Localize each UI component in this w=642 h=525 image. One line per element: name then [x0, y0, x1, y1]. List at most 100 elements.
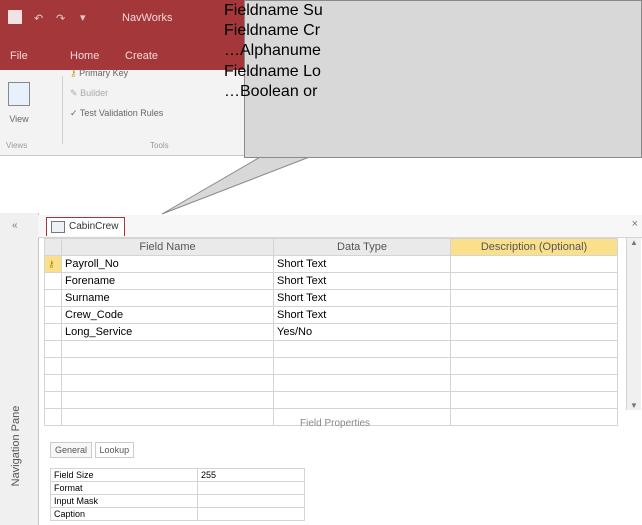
- row-selector[interactable]: [44, 374, 62, 392]
- undo-icon[interactable]: ↶: [34, 12, 43, 25]
- navigation-pane-label: Navigation Pane: [10, 405, 22, 487]
- table-row[interactable]: ⚷ Payroll_No Short Text: [44, 255, 618, 273]
- scroll-down-icon[interactable]: ▼: [627, 401, 641, 410]
- row-selector[interactable]: [44, 272, 62, 290]
- col-field-name[interactable]: Field Name: [61, 238, 274, 256]
- table-row[interactable]: Long_Service Yes/No: [44, 323, 618, 341]
- description-cell[interactable]: [450, 272, 618, 290]
- data-type-cell[interactable]: Yes/No: [273, 323, 451, 341]
- property-value[interactable]: [197, 507, 305, 521]
- table-icon: [51, 221, 65, 233]
- data-type-cell[interactable]: Short Text: [273, 272, 451, 290]
- row-selector[interactable]: [44, 340, 62, 358]
- property-label: Format: [50, 481, 198, 495]
- field-properties-tabs: General Lookup: [50, 442, 135, 458]
- field-name-cell[interactable]: [61, 408, 274, 426]
- property-value[interactable]: 255: [197, 468, 305, 482]
- group-tools-label: Tools: [150, 141, 169, 150]
- data-type-cell[interactable]: Short Text: [273, 306, 451, 324]
- field-properties-table: Field Size 255 Format Input Mask Caption: [50, 468, 305, 521]
- tab-general[interactable]: General: [50, 442, 93, 458]
- tab-home[interactable]: Home: [70, 50, 99, 62]
- nav-pane-collapse-icon[interactable]: «: [12, 220, 18, 231]
- table-row[interactable]: Crew_Code Short Text: [44, 306, 618, 324]
- test-validation-button[interactable]: ✓ Test Validation Rules: [70, 108, 163, 119]
- row-selector[interactable]: [44, 391, 62, 409]
- data-type-cell[interactable]: [273, 340, 451, 358]
- table-row[interactable]: Surname Short Text: [44, 289, 618, 307]
- table-row[interactable]: [44, 357, 618, 375]
- field-name-cell[interactable]: [61, 374, 274, 392]
- table-row[interactable]: [44, 340, 618, 358]
- data-type-cell[interactable]: [273, 374, 451, 392]
- save-icon[interactable]: [8, 10, 22, 24]
- primary-key-label: Primary Key: [79, 68, 129, 78]
- field-name-cell[interactable]: [61, 340, 274, 358]
- description-cell[interactable]: [450, 306, 618, 324]
- tab-lookup[interactable]: Lookup: [94, 442, 135, 458]
- field-grid: Field Name Data Type Description (Option…: [44, 238, 618, 426]
- row-selector[interactable]: [44, 306, 62, 324]
- property-row[interactable]: Field Size 255: [50, 468, 305, 482]
- table-row[interactable]: Forename Short Text: [44, 272, 618, 290]
- field-name-cell[interactable]: [61, 391, 274, 409]
- primary-key-icon: ⚷: [48, 259, 55, 269]
- field-table: Field Name Data Type Description (Option…: [44, 238, 618, 426]
- tab-file[interactable]: File: [10, 50, 28, 62]
- tab-create[interactable]: Create: [125, 50, 158, 62]
- row-selector[interactable]: [44, 289, 62, 307]
- description-cell[interactable]: [450, 340, 618, 358]
- col-data-type[interactable]: Data Type: [273, 238, 451, 256]
- description-cell[interactable]: [450, 391, 618, 409]
- close-tab-icon[interactable]: ×: [632, 218, 638, 230]
- data-type-cell[interactable]: Short Text: [273, 289, 451, 307]
- field-name-cell[interactable]: Payroll_No: [61, 255, 274, 273]
- property-row[interactable]: Caption: [50, 507, 305, 521]
- row-selector[interactable]: [44, 408, 62, 426]
- description-cell[interactable]: [450, 357, 618, 375]
- validation-icon: ✓: [70, 108, 78, 118]
- view-button[interactable]: View: [6, 82, 32, 142]
- customize-icon[interactable]: ▾: [80, 11, 86, 24]
- scroll-up-icon[interactable]: ▲: [627, 238, 641, 247]
- data-type-cell[interactable]: Short Text: [273, 255, 451, 273]
- description-cell[interactable]: [450, 289, 618, 307]
- description-cell[interactable]: [450, 255, 618, 273]
- vertical-scrollbar[interactable]: ▲ ▼: [626, 238, 641, 410]
- callout-line: …Alphanume: [224, 42, 321, 59]
- ribbon-divider: [62, 76, 63, 144]
- row-selector[interactable]: [44, 323, 62, 341]
- field-name-cell[interactable]: Forename: [61, 272, 274, 290]
- row-selector-key[interactable]: ⚷: [44, 255, 62, 273]
- field-name-cell[interactable]: Long_Service: [61, 323, 274, 341]
- row-selector-header: [44, 238, 62, 256]
- description-cell[interactable]: [450, 408, 618, 426]
- key-icon: ⚷: [70, 68, 77, 78]
- property-row[interactable]: Format: [50, 481, 305, 495]
- data-type-cell[interactable]: [273, 357, 451, 375]
- property-value[interactable]: [197, 494, 305, 508]
- col-description[interactable]: Description (Optional): [450, 238, 618, 256]
- primary-key-button[interactable]: ⚷ Primary Key: [70, 68, 128, 79]
- description-cell[interactable]: [450, 323, 618, 341]
- builder-label: Builder: [80, 88, 109, 98]
- tab-cabincrew[interactable]: CabinCrew: [46, 217, 126, 236]
- data-type-cell[interactable]: [273, 391, 451, 409]
- table-row[interactable]: [44, 374, 618, 392]
- field-name-cell[interactable]: Crew_Code: [61, 306, 274, 324]
- callout-line: Fieldname Lo: [224, 63, 321, 80]
- property-value[interactable]: [197, 481, 305, 495]
- table-row[interactable]: [44, 391, 618, 409]
- row-selector[interactable]: [44, 357, 62, 375]
- builder-button[interactable]: ✎ Builder: [70, 88, 108, 99]
- field-name-cell[interactable]: Surname: [61, 289, 274, 307]
- callout-tail: [161, 155, 313, 215]
- property-row[interactable]: Input Mask: [50, 494, 305, 508]
- field-name-cell[interactable]: [61, 357, 274, 375]
- callout-line: Fieldname Cr: [224, 22, 321, 39]
- callout-line: Fieldname Su: [224, 2, 323, 19]
- property-label: Caption: [50, 507, 198, 521]
- redo-icon[interactable]: ↷: [56, 12, 65, 25]
- callout-line: …Boolean or: [224, 83, 318, 100]
- description-cell[interactable]: [450, 374, 618, 392]
